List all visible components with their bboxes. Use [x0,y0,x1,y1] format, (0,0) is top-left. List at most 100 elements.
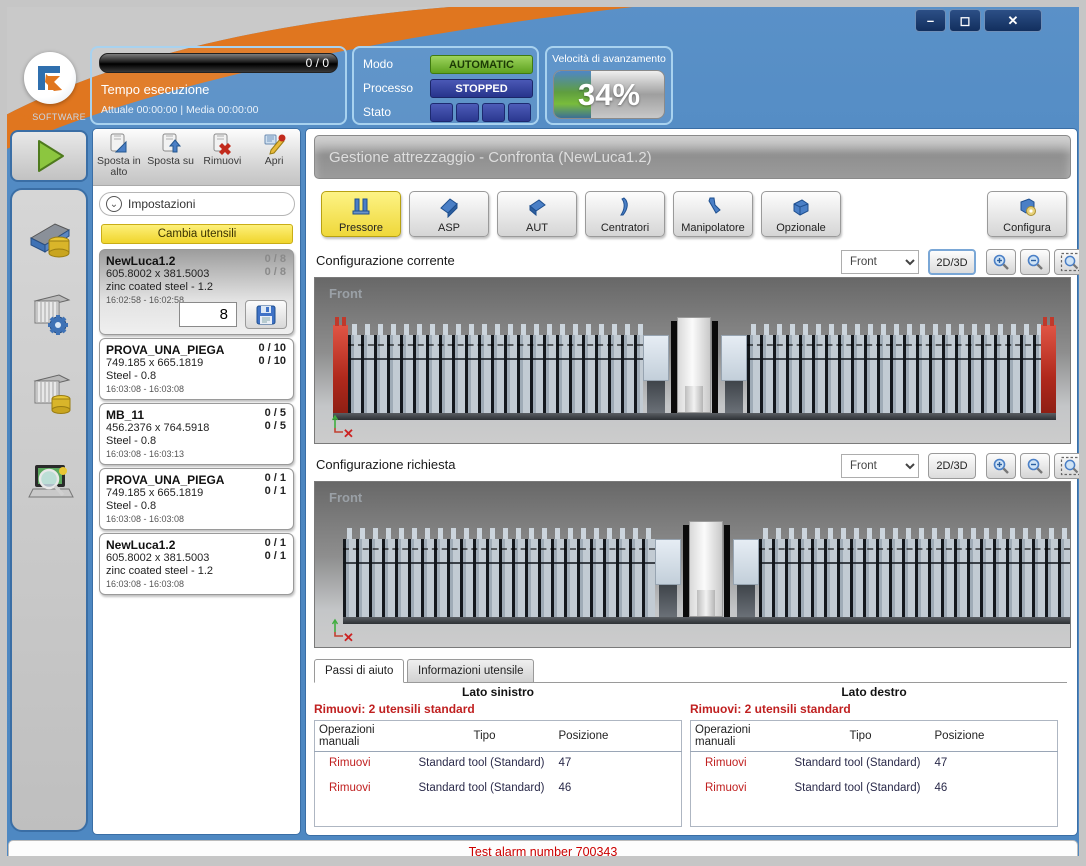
press-column-right [724,525,730,617]
tab-label: Manipolatore [674,222,752,234]
tool-type-cell: Standard tool (Standard) [791,752,931,778]
stato-segment [508,103,531,122]
tool-setup-3d-view [333,324,1056,420]
current-config-viewport[interactable]: Front ✕ [314,277,1071,444]
help-left-column: Lato sinistro Rimuovi: 2 utensili standar… [314,685,682,833]
zoom-fit-button-current[interactable] [1054,249,1086,275]
sidebar-tool-database-icon[interactable] [25,212,77,264]
help-summary: Rimuovi: 2 utensili standard [314,702,682,716]
tab-aut[interactable]: AUT [497,191,577,237]
stato-segment [456,103,479,122]
sidebar-rack-database-icon[interactable] [25,367,77,419]
tab-label: Opzionale [762,222,840,234]
tab-asp[interactable]: ASP [409,191,489,237]
tool-comb-segment [343,539,655,617]
view-select-current[interactable]: Front [841,250,919,274]
impostazioni-label: Impostazioni [128,197,195,211]
zoom-in-button-required[interactable] [986,453,1016,479]
configure-box-gear-icon [1015,196,1039,218]
tab-manipolatore[interactable]: Manipolatore [673,191,753,237]
zoom-out-icon [1026,457,1044,475]
minimize-button[interactable]: – [915,9,946,32]
zoom-fit-icon [1060,252,1082,272]
app-logo: fkeSOFTWARE [18,52,82,122]
zoom-out-button-current[interactable] [1020,249,1050,275]
required-config-header: Configurazione richiesta Front 2D/3D [316,453,1067,479]
table-column-header: Operazioni manuali [315,721,415,752]
configurazione-richiesta-label: Configurazione richiesta [316,457,455,472]
configura-button[interactable]: Configura [987,191,1067,237]
position-cell: 46 [555,777,682,802]
center-white-tool [689,521,723,617]
zoom-fit-button-required[interactable] [1054,453,1086,479]
toolbar-button-label: Apri [265,156,284,167]
holder-gap-left [647,381,665,413]
tab-informazioni-utensile[interactable]: Informazioni utensile [407,659,534,683]
impostazioni-expander[interactable]: ⌄ Impostazioni [99,192,295,216]
x-axis-label: ✕ [343,426,354,442]
tab-opzionale[interactable]: Opzionale [761,191,841,237]
job-times: 16:03:08 - 16:03:13 [106,449,287,459]
job-card-NewLuca1.2[interactable]: NewLuca1.2605.8002 x 381.5003zinc coated… [99,249,294,335]
job-name: NewLuca1.2 [106,538,287,552]
required-config-viewport[interactable]: Front ✕ [314,481,1071,648]
tool-comb-segment [747,335,1042,413]
table-row: RimuoviStandard tool (Standard)46 [315,777,682,802]
origin-axis-marker: ✕ [329,618,369,648]
start-button[interactable] [10,130,88,182]
press-column-right [712,321,718,413]
zoom-in-button-current[interactable] [986,249,1016,275]
table-column-header: Operazioni manuali [691,721,791,752]
job-card-NewLuca1.2[interactable]: NewLuca1.2605.8002 x 381.5003zinc coated… [99,533,294,595]
toolbar-button-apri[interactable]: Apri [248,129,300,185]
toolbar-button-sposta-su[interactable]: Sposta su [145,129,197,185]
toolbar-button-sposta-in-alto[interactable]: Sposta in alto [93,129,145,185]
press-center-station [655,539,759,617]
view-select-required[interactable]: Front [841,454,919,478]
tab-label: Centratori [586,222,664,234]
table-row: RimuoviStandard tool (Standard)47 [315,752,682,778]
maximize-button[interactable]: ◻ [949,9,981,32]
logo-text-accent: fke [18,112,32,122]
bottom-tab-bar: Passi di aiuto Informazioni utensile [314,659,1067,683]
processo-value-badge: STOPPED [430,79,533,98]
job-times: 16:03:08 - 16:03:08 [106,384,287,394]
close-button[interactable]: ✕ [984,9,1042,32]
feed-speed-panel: Velocità di avanzamento 34% [545,46,673,125]
table-column-header: Tipo [415,721,555,752]
sidebar-diagnostics-icon[interactable] [25,457,77,509]
tab-passi-di-aiuto[interactable]: Passi di aiuto [314,659,404,683]
tab-centratori[interactable]: Centratori [585,191,665,237]
quantity-input[interactable] [179,302,237,327]
configurazione-corrente-label: Configurazione corrente [316,253,455,268]
job-name: PROVA_UNA_PIEGA [106,473,287,487]
2d3d-button-required[interactable]: 2D/3D [928,453,976,479]
velocita-value: 34% [554,71,664,118]
red-highlight-tool [333,325,348,413]
job-material: Steel - 0.8 [106,370,287,383]
sidebar-rack-setup-icon[interactable] [25,287,77,339]
zoom-out-button-required[interactable] [1020,453,1050,479]
stato-segments [430,103,531,122]
job-card-MB_11[interactable]: MB_11456.2376 x 764.5918Steel - 0.816:03… [99,403,294,465]
holder-block-left [655,539,681,585]
job-card-PROVA_UNA_PIEGA[interactable]: PROVA_UNA_PIEGA749.185 x 665.1819Steel -… [99,338,294,400]
tempo-detail-label: Attuale 00:00:00 | Media 00:00:00 [101,104,258,116]
status-bar: Test alarm number 700343 [8,840,1078,863]
toolbar-button-rimuovi[interactable]: Rimuovi [197,129,249,185]
cambia-utensili-button[interactable]: Cambia utensili [101,224,293,244]
save-quantity-button[interactable] [245,300,287,329]
main-panel: Gestione attrezzaggio - Confronta (NewLu… [305,128,1078,836]
job-counts: 0 / 8 0 / 8 [265,253,286,279]
job-list-panel: Sposta in altoSposta suRimuovi Apri ⌄ Imp… [92,128,301,835]
job-card-PROVA_UNA_PIEGA[interactable]: PROVA_UNA_PIEGA749.185 x 665.1819Steel -… [99,468,294,530]
holder-block-right [733,539,759,585]
2d3d-button-current[interactable]: 2D/3D [928,249,976,275]
red-highlight-tool [1041,325,1056,413]
operation-cell: Rimuovi [315,752,415,778]
help-side-title: Lato sinistro [314,685,682,699]
holder-gap-right [737,585,755,617]
tab-label: Pressore [322,222,400,234]
help-steps-area: Lato sinistro Rimuovi: 2 utensili standar… [314,685,1067,833]
tab-pressore[interactable]: Pressore [321,191,401,237]
